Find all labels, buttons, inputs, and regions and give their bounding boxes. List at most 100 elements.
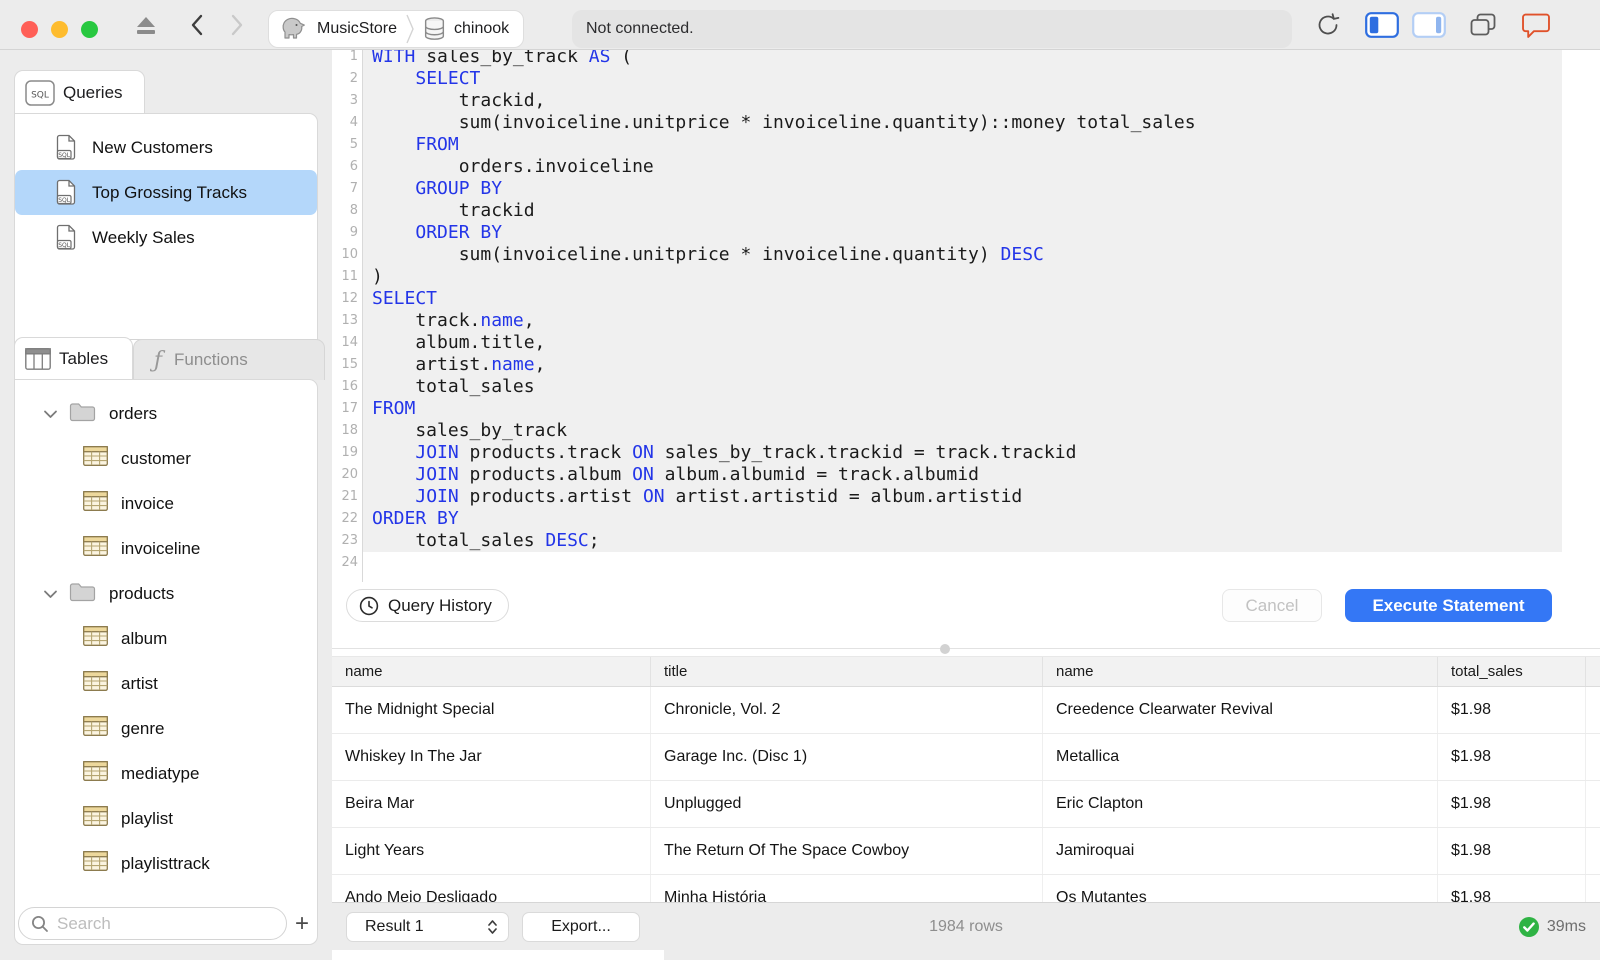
- window-overview-button[interactable]: [1466, 0, 1500, 50]
- table-cell[interactable]: Chronicle, Vol. 2: [651, 687, 1043, 733]
- column-header[interactable]: name: [1043, 657, 1438, 686]
- refresh-button[interactable]: [1312, 0, 1344, 50]
- table-cell[interactable]: Light Years: [332, 828, 651, 874]
- code-text: ORDER BY: [415, 222, 503, 243]
- table-cell[interactable]: $1.98: [1438, 734, 1586, 780]
- zoom-window-button[interactable]: [81, 21, 98, 38]
- pane-divider[interactable]: [332, 648, 1600, 649]
- cancel-button[interactable]: Cancel: [1222, 589, 1322, 622]
- table-cell[interactable]: $1.98: [1438, 687, 1586, 733]
- code-text: SELECT: [372, 288, 438, 309]
- table-cell[interactable]: The Return Of The Space Cowboy: [651, 828, 1043, 874]
- code-text: JOIN products.album ON album.albumid = t…: [415, 464, 979, 485]
- line-number: 15: [341, 357, 358, 372]
- divider-handle[interactable]: [940, 644, 950, 654]
- svg-text:SQL: SQL: [58, 152, 71, 159]
- query-timing: 39ms: [1518, 903, 1586, 951]
- chevron-down-icon[interactable]: [43, 409, 63, 419]
- forward-button[interactable]: [224, 0, 250, 50]
- execute-statement-button[interactable]: Execute Statement: [1345, 589, 1552, 622]
- table-row[interactable]: Whiskey In The Jar Garage Inc. (Disc 1) Me…: [332, 734, 1600, 781]
- table-item[interactable]: genre: [15, 706, 317, 751]
- line-number: 12: [341, 291, 358, 306]
- code-line: 9 ORDER BY: [332, 222, 1600, 244]
- table-icon: [83, 491, 108, 516]
- tables-search[interactable]: [18, 907, 287, 940]
- table-item[interactable]: album: [15, 616, 317, 661]
- table-row[interactable]: The Midnight Special Chronicle, Vol. 2 Cre…: [332, 687, 1600, 734]
- minimize-window-button[interactable]: [51, 21, 68, 38]
- table-cell[interactable]: $1.98: [1438, 828, 1586, 874]
- feedback-button[interactable]: [1518, 0, 1554, 50]
- sidebar: SQL Queries SQL New Customers SQL Top Gross…: [0, 50, 332, 960]
- column-header[interactable]: name: [332, 657, 651, 686]
- tables-search-input[interactable]: [57, 913, 286, 934]
- toggle-right-sidebar-button[interactable]: [1409, 0, 1449, 50]
- table-row[interactable]: Light Years The Return Of The Space Cowbo…: [332, 828, 1600, 875]
- code-line: 24: [332, 552, 1600, 574]
- column-header[interactable]: total_sales: [1438, 657, 1586, 686]
- table-row[interactable]: Beira Mar Unplugged Eric Clapton $1.98: [332, 781, 1600, 828]
- table-icon: [83, 716, 108, 741]
- table-item[interactable]: playlisttrack: [15, 841, 317, 886]
- refresh-icon: [1318, 13, 1340, 35]
- add-table-button[interactable]: +: [289, 907, 315, 940]
- tab-functions[interactable]: ƒ Functions: [133, 339, 325, 380]
- schema-folder-item[interactable]: products: [15, 571, 317, 616]
- query-list-item[interactable]: SQL Weekly Sales: [15, 215, 317, 260]
- code-text: WITH sales_by_track AS (: [372, 50, 633, 67]
- table-cell[interactable]: Eric Clapton: [1043, 781, 1438, 827]
- table-cell[interactable]: Unplugged: [651, 781, 1043, 827]
- search-icon: [32, 915, 48, 932]
- tab-queries[interactable]: SQL Queries: [14, 70, 145, 114]
- panel-right-icon: [1412, 12, 1446, 38]
- chevron-down-icon: [44, 410, 57, 418]
- table-cell[interactable]: $1.98: [1438, 781, 1586, 827]
- table-item[interactable]: playlist: [15, 796, 317, 841]
- line-number: 23: [341, 533, 358, 548]
- code-text: FROM: [372, 398, 416, 419]
- table-cell[interactable]: Metallica: [1043, 734, 1438, 780]
- column-header[interactable]: title: [651, 657, 1043, 686]
- breadcrumb-database[interactable]: chinook: [454, 20, 509, 38]
- table-item[interactable]: artist: [15, 661, 317, 706]
- code-text: FROM: [415, 134, 459, 155]
- chevron-right-icon: [231, 14, 243, 36]
- schema-folder-item[interactable]: orders: [15, 391, 317, 436]
- query-list-item[interactable]: SQL Top Grossing Tracks: [15, 170, 317, 215]
- query-history-button[interactable]: Query History: [346, 589, 509, 622]
- close-window-button[interactable]: [21, 21, 38, 38]
- table-item[interactable]: customer: [15, 436, 317, 481]
- code-text: GROUP BY: [415, 178, 503, 199]
- table-cell[interactable]: The Midnight Special: [332, 687, 651, 733]
- table-item[interactable]: invoice: [15, 481, 317, 526]
- breadcrumb-connection[interactable]: MusicStore: [317, 20, 397, 38]
- table-cell[interactable]: Beira Mar: [332, 781, 651, 827]
- line-number: 9: [349, 225, 358, 240]
- table-cell[interactable]: Garage Inc. (Disc 1): [651, 734, 1043, 780]
- tree-item-label: invoice: [121, 493, 174, 513]
- code-text: sum(invoiceline.unitprice * invoiceline.…: [372, 112, 1196, 133]
- code-line: 14 album.title,: [332, 332, 1600, 354]
- chevron-down-icon: [44, 590, 57, 598]
- back-button[interactable]: [184, 0, 210, 50]
- query-list-item[interactable]: SQL New Customers: [15, 125, 317, 170]
- tree-item-label: customer: [121, 448, 191, 468]
- table-cell[interactable]: Whiskey In The Jar: [332, 734, 651, 780]
- code-line: 21 JOIN products.artist ON artist.artist…: [332, 486, 1600, 508]
- tab-tables[interactable]: Tables: [14, 337, 133, 380]
- table-item[interactable]: invoiceline: [15, 526, 317, 571]
- table-cell[interactable]: Jamiroquai: [1043, 828, 1438, 874]
- eject-button[interactable]: [133, 0, 159, 50]
- line-number: 22: [341, 511, 358, 526]
- chevron-down-icon[interactable]: [43, 589, 63, 599]
- table-columns-icon: [25, 348, 51, 370]
- sql-editor[interactable]: 1 WITH sales_by_track AS (2 SELECT 3 track…: [332, 50, 1600, 582]
- table-item[interactable]: mediatype: [15, 751, 317, 796]
- code-line: 1 WITH sales_by_track AS (: [332, 50, 1600, 68]
- table-cell[interactable]: Creedence Clearwater Revival: [1043, 687, 1438, 733]
- sql-file-icon: SQL: [56, 134, 76, 160]
- toggle-left-sidebar-button[interactable]: [1362, 0, 1402, 50]
- code-line: 6 orders.invoiceline: [332, 156, 1600, 178]
- line-number: 19: [341, 445, 358, 460]
